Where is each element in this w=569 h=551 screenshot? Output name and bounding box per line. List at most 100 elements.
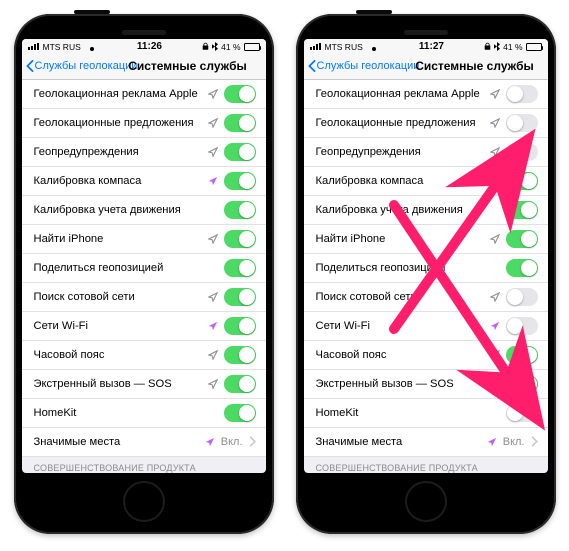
item-label: Поделиться геопозицией bbox=[34, 262, 218, 274]
battery-pct-label: 41 % bbox=[503, 42, 522, 52]
toggle[interactable] bbox=[224, 172, 256, 190]
chevron-left-icon bbox=[308, 60, 316, 72]
location-arrow-icon bbox=[490, 292, 500, 302]
home-button[interactable] bbox=[123, 481, 165, 522]
nav-bar: Службы геолокации Системные службы bbox=[22, 54, 266, 80]
chevron-right-icon bbox=[531, 436, 538, 447]
signal-icon bbox=[28, 43, 39, 51]
toggle[interactable] bbox=[224, 85, 256, 103]
location-arrow-icon bbox=[490, 350, 500, 360]
item-label: Часовой пояс bbox=[316, 349, 484, 361]
toggle[interactable] bbox=[506, 172, 538, 190]
location-arrow-icon bbox=[208, 234, 218, 244]
link-value: Вкл. bbox=[221, 436, 243, 448]
toggle[interactable] bbox=[506, 288, 538, 306]
status-bar: MTS RUS 11:27 41 % bbox=[304, 39, 548, 54]
home-button[interactable] bbox=[405, 481, 447, 522]
location-arrow-icon bbox=[208, 350, 218, 360]
screen: MTS RUS 11:26 41 % Службы геолокации Сис… bbox=[22, 39, 266, 473]
location-arrow-icon bbox=[208, 118, 218, 128]
status-right: 41 % bbox=[484, 42, 541, 52]
location-arrow-icon bbox=[490, 118, 500, 128]
toggle[interactable] bbox=[506, 375, 538, 393]
item-label: HomeKit bbox=[316, 407, 500, 419]
toggle[interactable] bbox=[224, 288, 256, 306]
nav-bar: Службы геолокации Системные службы bbox=[304, 54, 548, 80]
item-label: Найти iPhone bbox=[34, 233, 202, 245]
list-item: Геолокационные предложения bbox=[22, 109, 266, 138]
bluetooth-icon bbox=[494, 42, 500, 51]
significant-locations-link[interactable]: Значимые места Вкл. bbox=[304, 428, 548, 457]
location-arrow-icon bbox=[208, 321, 218, 331]
item-label: Поиск сотовой сети bbox=[34, 291, 202, 303]
back-button[interactable]: Службы геолокации bbox=[26, 60, 138, 72]
list-item: Калибровка компаса bbox=[22, 167, 266, 196]
item-label: Экстренный вызов — SOS bbox=[316, 378, 484, 390]
item-label: Калибровка учета движения bbox=[34, 204, 218, 216]
list-item: HomeKit bbox=[304, 399, 548, 428]
location-arrow-icon bbox=[208, 147, 218, 157]
toggle[interactable] bbox=[506, 259, 538, 277]
back-button[interactable]: Службы геолокации bbox=[308, 60, 420, 72]
carrier-label: MTS RUS bbox=[325, 42, 363, 52]
link-value: Вкл. bbox=[503, 436, 525, 448]
toggle[interactable] bbox=[224, 375, 256, 393]
carrier-label: MTS RUS bbox=[43, 42, 81, 52]
item-label: Геолокационные предложения bbox=[316, 117, 484, 129]
list-item: Калибровка компаса bbox=[304, 167, 548, 196]
item-label: Часовой пояс bbox=[34, 349, 202, 361]
speaker-slot bbox=[404, 30, 448, 35]
toggle[interactable] bbox=[506, 317, 538, 335]
list-item: Поделиться геопозицией bbox=[22, 254, 266, 283]
toggle[interactable] bbox=[224, 346, 256, 364]
toggle[interactable] bbox=[224, 201, 256, 219]
list-item: Сети Wi-Fi bbox=[304, 312, 548, 341]
battery-icon bbox=[244, 43, 260, 51]
location-arrow-icon bbox=[208, 292, 218, 302]
toggle[interactable] bbox=[506, 230, 538, 248]
orientation-lock-icon bbox=[202, 42, 209, 51]
item-label: Калибровка компаса bbox=[316, 175, 484, 187]
list-item: Часовой пояс bbox=[22, 341, 266, 370]
list-item: Геопредупреждения bbox=[304, 138, 548, 167]
chevron-right-icon bbox=[249, 436, 256, 447]
toggle[interactable] bbox=[506, 85, 538, 103]
toggle[interactable] bbox=[224, 404, 256, 422]
item-label: HomeKit bbox=[34, 407, 218, 419]
list-item: Геолокационная реклама Apple bbox=[304, 80, 548, 109]
item-label: Сети Wi-Fi bbox=[316, 320, 484, 332]
location-arrow-icon bbox=[490, 321, 500, 331]
item-label: Геолокационные предложения bbox=[34, 117, 202, 129]
location-arrow-icon bbox=[490, 176, 500, 186]
location-arrow-icon bbox=[490, 379, 500, 389]
item-label: Сети Wi-Fi bbox=[34, 320, 202, 332]
list-item: Экстренный вызов — SOS bbox=[22, 370, 266, 399]
list-item: Калибровка учета движения bbox=[304, 196, 548, 225]
signal-icon bbox=[310, 43, 321, 51]
toggle[interactable] bbox=[224, 114, 256, 132]
phone-right: MTS RUS 11:27 41 % Службы геолокации Сис… bbox=[296, 14, 556, 534]
chevron-left-icon bbox=[26, 60, 34, 72]
toggle[interactable] bbox=[224, 259, 256, 277]
toggle[interactable] bbox=[506, 114, 538, 132]
location-arrow-icon bbox=[490, 89, 500, 99]
section-footer: СОВЕРШЕНСТВОВАНИЕ ПРОДУКТА bbox=[22, 457, 266, 473]
speaker-slot bbox=[122, 30, 166, 35]
toggle[interactable] bbox=[506, 346, 538, 364]
toggle[interactable] bbox=[506, 201, 538, 219]
location-arrow-icon bbox=[208, 379, 218, 389]
item-label: Геопредупреждения bbox=[316, 146, 484, 158]
significant-locations-link[interactable]: Значимые места Вкл. bbox=[22, 428, 266, 457]
toggle[interactable] bbox=[506, 143, 538, 161]
bluetooth-icon bbox=[212, 42, 218, 51]
item-label: Поиск сотовой сети bbox=[316, 291, 484, 303]
item-label: Поделиться геопозицией bbox=[316, 262, 500, 274]
location-arrow-icon bbox=[208, 176, 218, 186]
toggle[interactable] bbox=[224, 317, 256, 335]
battery-pct-label: 41 % bbox=[221, 42, 240, 52]
list-item: HomeKit bbox=[22, 399, 266, 428]
toggle[interactable] bbox=[224, 230, 256, 248]
toggle[interactable] bbox=[506, 404, 538, 422]
list-item: Найти iPhone bbox=[304, 225, 548, 254]
toggle[interactable] bbox=[224, 143, 256, 161]
